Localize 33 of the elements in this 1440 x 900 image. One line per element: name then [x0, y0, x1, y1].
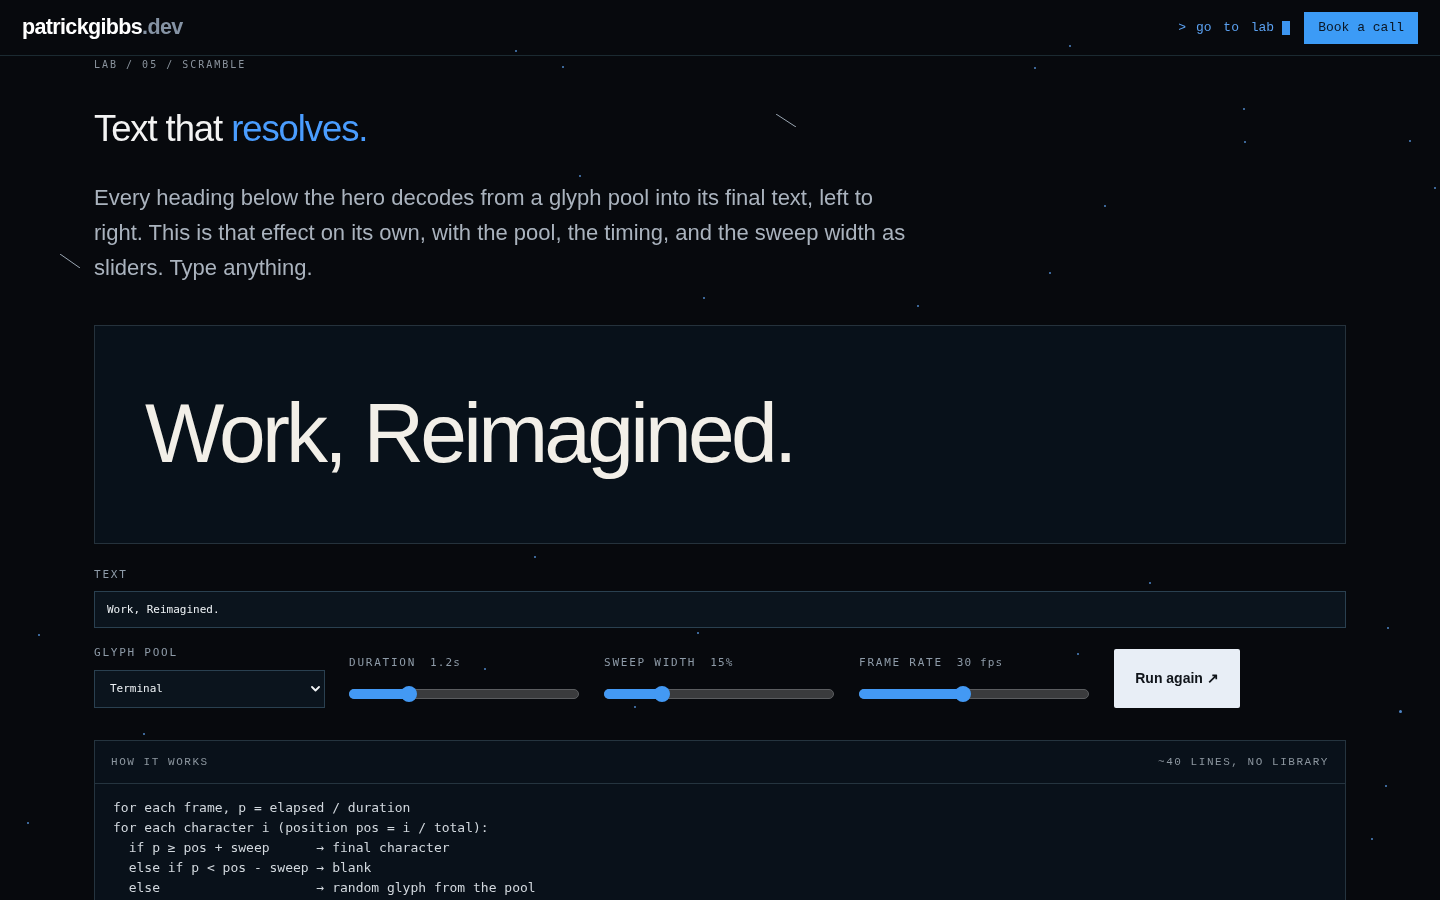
slider-thumb[interactable]: [653, 686, 670, 702]
slider-track[interactable]: [859, 686, 1089, 702]
code-line: if p ≥ pos + sweep → final character: [127, 839, 450, 857]
chevron-down-icon: [311, 686, 320, 692]
slider-value: 15%: [710, 656, 734, 670]
field-label: GLYPH POOL: [94, 646, 178, 660]
slider-label: FRAME RATE: [859, 656, 943, 670]
card-note: ~40 LINES, NO LIBRARY: [1158, 754, 1329, 770]
text-cursor-icon: [1282, 20, 1291, 35]
code-line: for each frame, p = elapsed / duration: [113, 799, 411, 817]
slider-thumb[interactable]: [400, 686, 417, 702]
run-again-button[interactable]: Run again ↗: [1114, 649, 1240, 708]
intro-paragraph: Every heading below the hero decodes from a glyph pool into its final text, left to right. This is that effect on its own, with the pool, the timing, and the sweep width as sliders. Type anything.: [94, 184, 906, 282]
site-logo[interactable]: patrickgibbs.dev: [22, 16, 183, 39]
go-to-lab-command[interactable]: > go to lab: [1178, 17, 1291, 38]
code-line: else → random glyph from the pool: [127, 879, 536, 897]
slider-value: 30 fps: [956, 656, 1004, 670]
text-input[interactable]: Work, Reimagined.: [94, 591, 1346, 628]
book-a-call-button[interactable]: Book a call: [1304, 11, 1418, 44]
page-heading: Text that resolves.: [94, 107, 368, 151]
slider-label: SWEEP WIDTH: [604, 656, 697, 670]
glyph-pool-select[interactable]: Terminal: [94, 670, 325, 708]
code-line: for each character i (position pos = i / total):: [113, 819, 489, 837]
slider-track[interactable]: [604, 686, 834, 702]
slider-track[interactable]: [349, 686, 579, 702]
slider-label: DURATION: [349, 656, 417, 670]
card-title: HOW IT WORKS: [111, 754, 209, 770]
breadcrumb: LAB / 05 / SCRAMBLE: [94, 58, 247, 72]
field-label: TEXT: [94, 568, 128, 582]
code-line: else if p < pos - sweep → blank: [127, 859, 372, 877]
scramble-preview-text: Work, Reimagined.: [145, 385, 794, 483]
slider-value: 1.2s: [430, 656, 461, 670]
slider-thumb[interactable]: [954, 686, 971, 702]
